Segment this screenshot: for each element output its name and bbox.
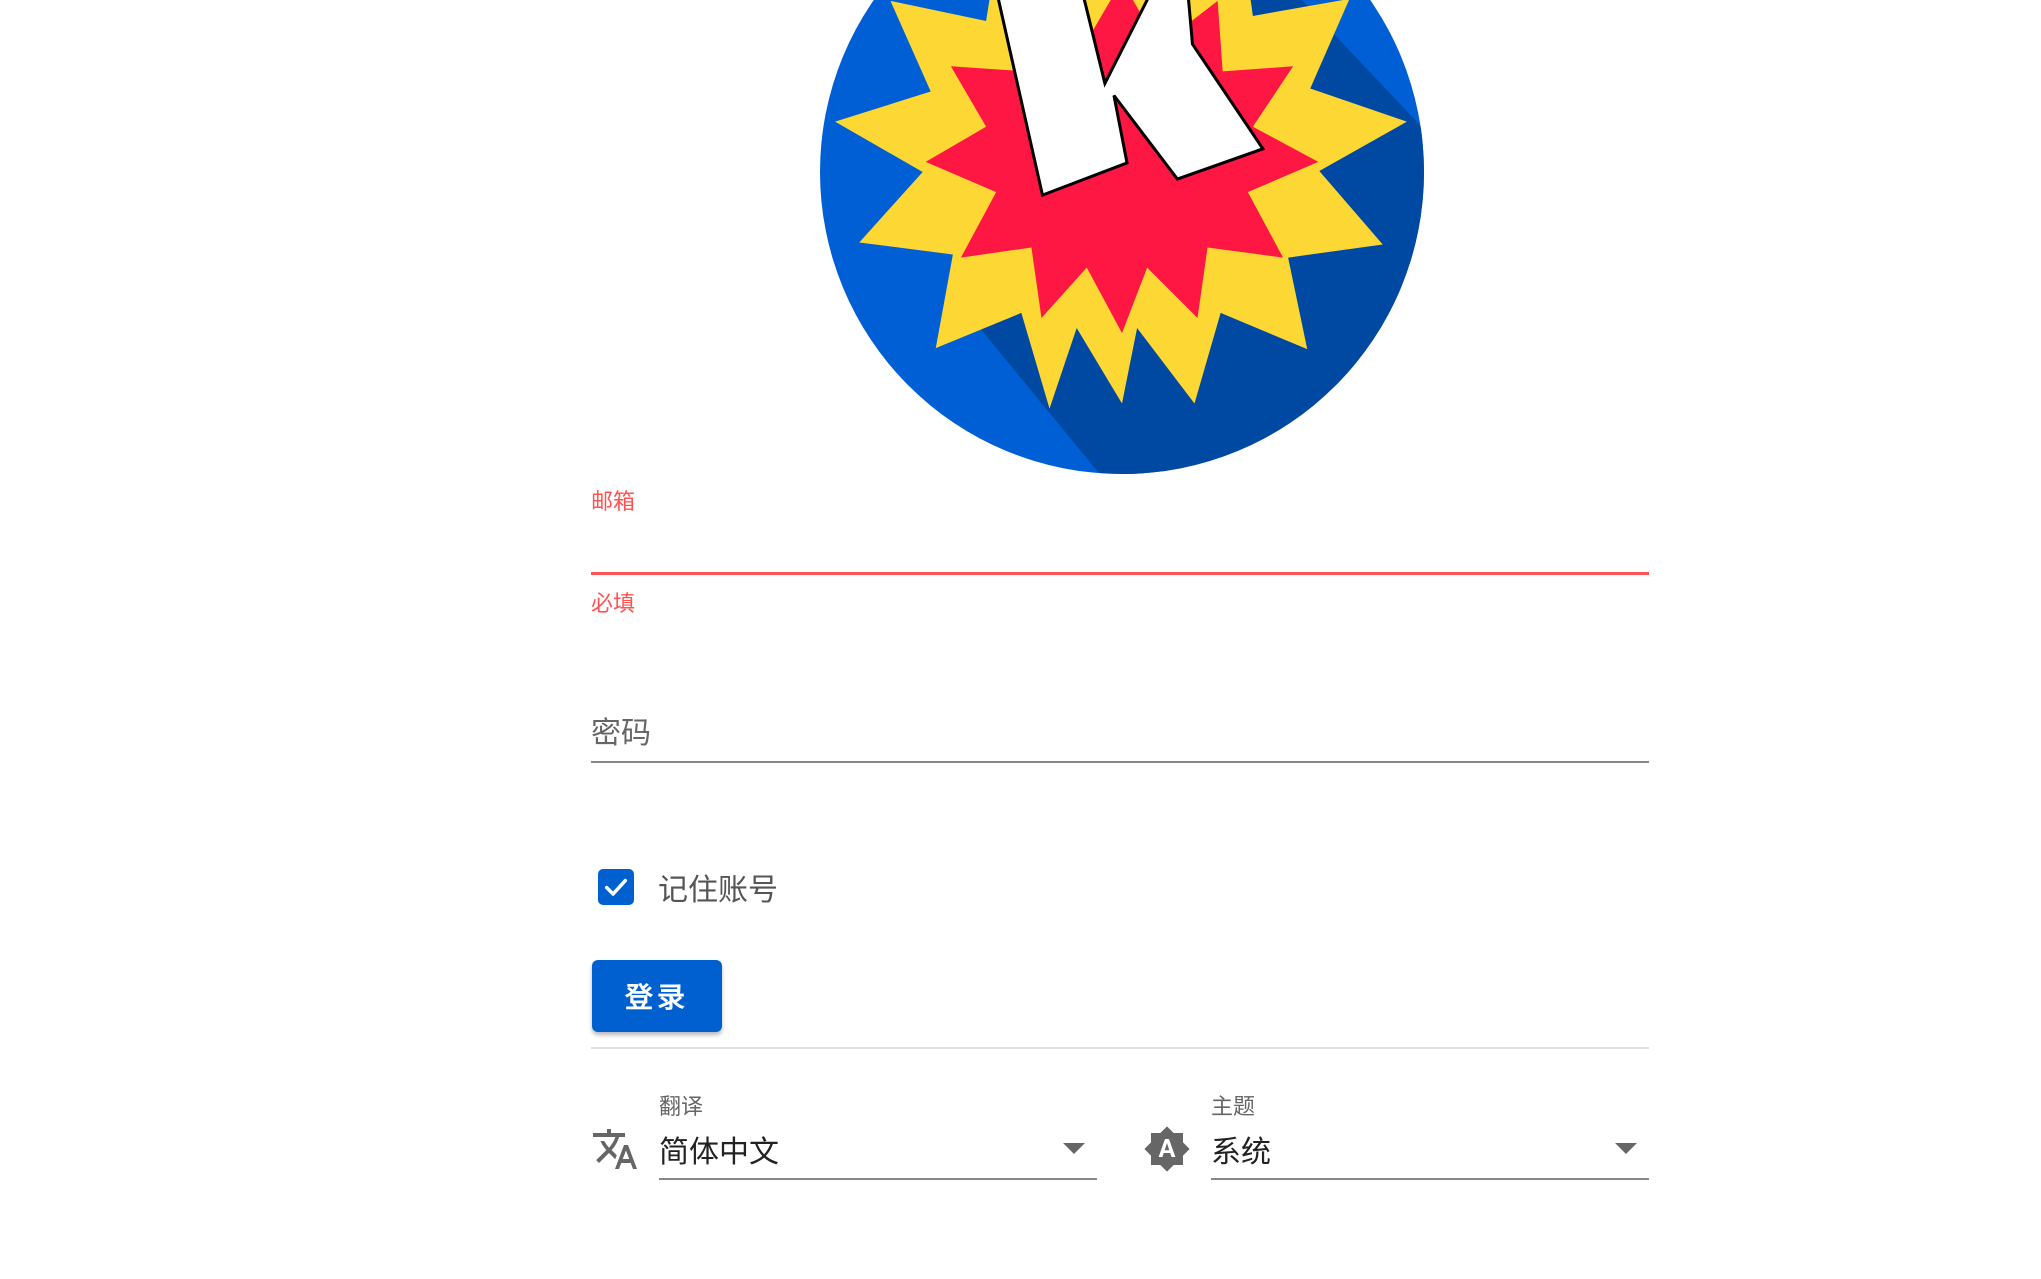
- theme-select-label: 主题: [1211, 1095, 1256, 1120]
- language-select-group: 翻译 简体中文: [591, 1085, 1097, 1185]
- theme-select-group: 主题 系统: [1143, 1085, 1649, 1185]
- login-button[interactable]: 登录: [592, 960, 722, 1032]
- language-select-label: 翻译: [659, 1095, 704, 1120]
- language-select[interactable]: 翻译 简体中文: [659, 1085, 1097, 1181]
- email-error-message: 必填: [591, 592, 636, 617]
- remember-account-row[interactable]: 记住账号: [598, 867, 778, 908]
- email-label: 邮箱: [591, 490, 636, 515]
- language-select-value: 简体中文: [659, 1135, 779, 1170]
- remember-checkbox[interactable]: [598, 869, 634, 905]
- divider: [591, 1047, 1649, 1049]
- logo-graphic: [820, 0, 1424, 474]
- app-logo: [820, 0, 1424, 474]
- email-field[interactable]: 邮箱 必填: [591, 480, 1649, 620]
- theme-select-underline: [1211, 1178, 1649, 1180]
- brightness-auto-icon: [1143, 1125, 1191, 1173]
- dropdown-arrow-icon: [1063, 1143, 1085, 1154]
- password-underline: [591, 761, 1649, 763]
- password-label: 密码: [591, 716, 651, 751]
- dropdown-arrow-icon: [1615, 1143, 1637, 1154]
- language-select-underline: [659, 1178, 1097, 1180]
- theme-select[interactable]: 主题 系统: [1211, 1085, 1649, 1181]
- theme-select-value: 系统: [1211, 1135, 1271, 1170]
- check-icon: [604, 878, 628, 896]
- translate-icon: [591, 1125, 639, 1173]
- password-field[interactable]: 密码: [591, 700, 1649, 766]
- remember-label: 记住账号: [658, 873, 778, 908]
- login-page: 邮箱 必填 密码 记住账号 登录 翻译 简体中文 主题 系统: [0, 0, 2041, 1279]
- email-underline: [591, 572, 1649, 575]
